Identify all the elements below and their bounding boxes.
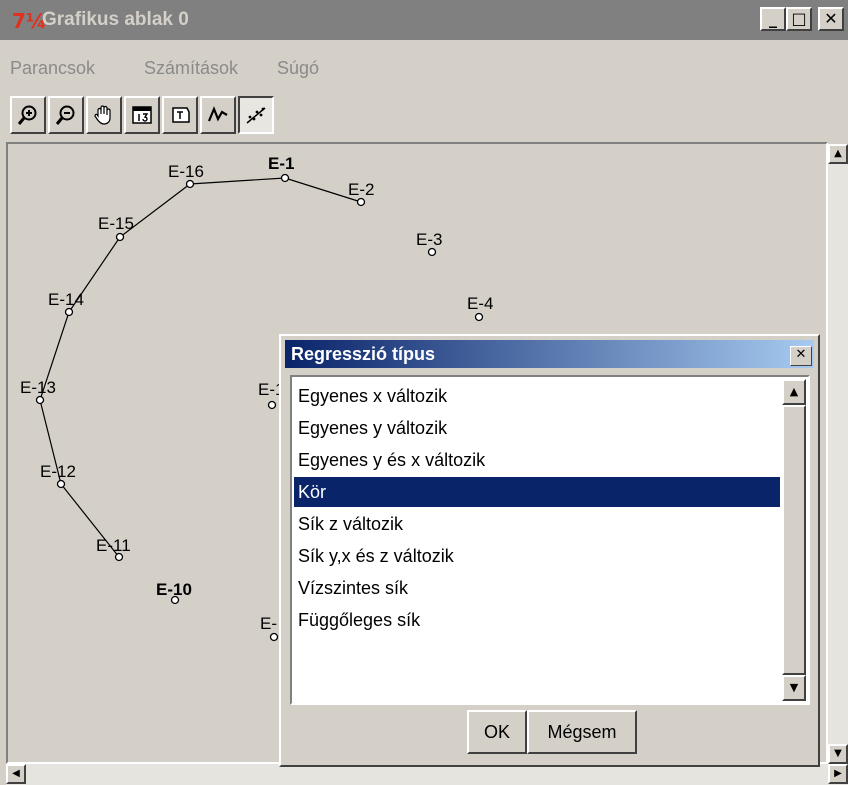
scroll-up-button[interactable]: ▲ [828,144,848,164]
regression-line-icon [246,107,266,124]
point-label-e3: E-3 [416,230,443,249]
point-label-e16: E-16 [168,162,204,181]
regression-type-dialog: Regresszió típus ✕ Egyenes x változik Eg… [279,334,820,767]
list-scroll-thumb[interactable] [782,405,806,675]
point-label-e2: E-2 [348,180,375,199]
list-item[interactable]: Egyenes x változik [294,381,780,411]
polyline-icon [207,106,228,122]
dialog-titlebar[interactable]: Regresszió típus ✕ [285,340,814,368]
canvas-horizontal-scrollbar[interactable]: ◀ ▶ [6,764,848,785]
scroll-down-button[interactable]: ▼ [828,744,848,764]
list-scrollbar[interactable]: ▲ ▼ [782,379,806,701]
ok-button[interactable]: OK [467,710,527,754]
text-label-button[interactable] [162,96,198,134]
menu-szamitasok[interactable]: Számítások [144,48,238,88]
menu-sugo[interactable]: Súgó [277,48,319,88]
list-item-selected[interactable]: Kör [294,477,780,507]
cancel-button[interactable]: Mégsem [527,710,637,754]
dialog-title: Regresszió típus [291,344,436,364]
minimize-button[interactable]: _ [760,7,786,31]
zoom-in-button[interactable] [10,96,46,134]
point-label-e13: E-13 [20,378,56,397]
scroll-right-button[interactable]: ▶ [828,764,848,784]
scroll-left-button[interactable]: ◀ [6,764,26,784]
point-label-e-partial-2: E- [260,614,277,633]
list-item[interactable]: Sík y,x és z változik [294,541,780,571]
window-title: Grafikus ablak 0 [42,9,189,30]
list-scroll-up-button[interactable]: ▲ [782,379,806,405]
zoom-out-button[interactable] [48,96,84,134]
point-label-e1: E-1 [268,154,295,173]
canvas-vertical-scrollbar[interactable]: ▲ ▼ [828,144,848,764]
window-titlebar[interactable]: 7¼ Grafikus ablak 0 _ □ ✕ [0,0,848,40]
list-item[interactable]: Sík z változik [294,509,780,539]
point-label-e4: E-4 [467,294,494,313]
text-label-icon [172,107,190,123]
dialog-close-button[interactable]: ✕ [790,346,812,366]
point-label-e14: E-14 [48,290,84,309]
list-item[interactable]: Egyenes y és x változik [294,445,780,475]
list-scroll-down-button[interactable]: ▼ [782,675,806,701]
list-item[interactable]: Vízszintes sík [294,573,780,603]
point-label-e15: E-15 [98,214,134,233]
zoom-in-icon [17,105,37,125]
regression-button[interactable] [238,96,274,134]
menu-parancsok[interactable]: Parancsok [10,48,95,88]
point-label-e11: E-11 [96,536,131,555]
point-label-e10: E-10 [156,580,192,599]
zoom-out-icon [55,105,75,125]
fit-view-button[interactable] [124,96,160,134]
maximize-button[interactable]: □ [786,7,812,31]
menu-bar: Parancsok Számítások Súgó [0,48,848,88]
point-label-e12: E-12 [40,462,76,481]
pan-hand-icon [94,105,111,125]
regression-type-list[interactable]: Egyenes x változik Egyenes y változik Eg… [290,375,810,705]
list-item[interactable]: Függőleges sík [294,605,780,635]
fit-view-icon [132,106,152,124]
polyline-button[interactable] [200,96,236,134]
close-button[interactable]: ✕ [818,7,844,31]
list-item[interactable]: Egyenes y változik [294,413,780,443]
pan-button[interactable] [86,96,122,134]
